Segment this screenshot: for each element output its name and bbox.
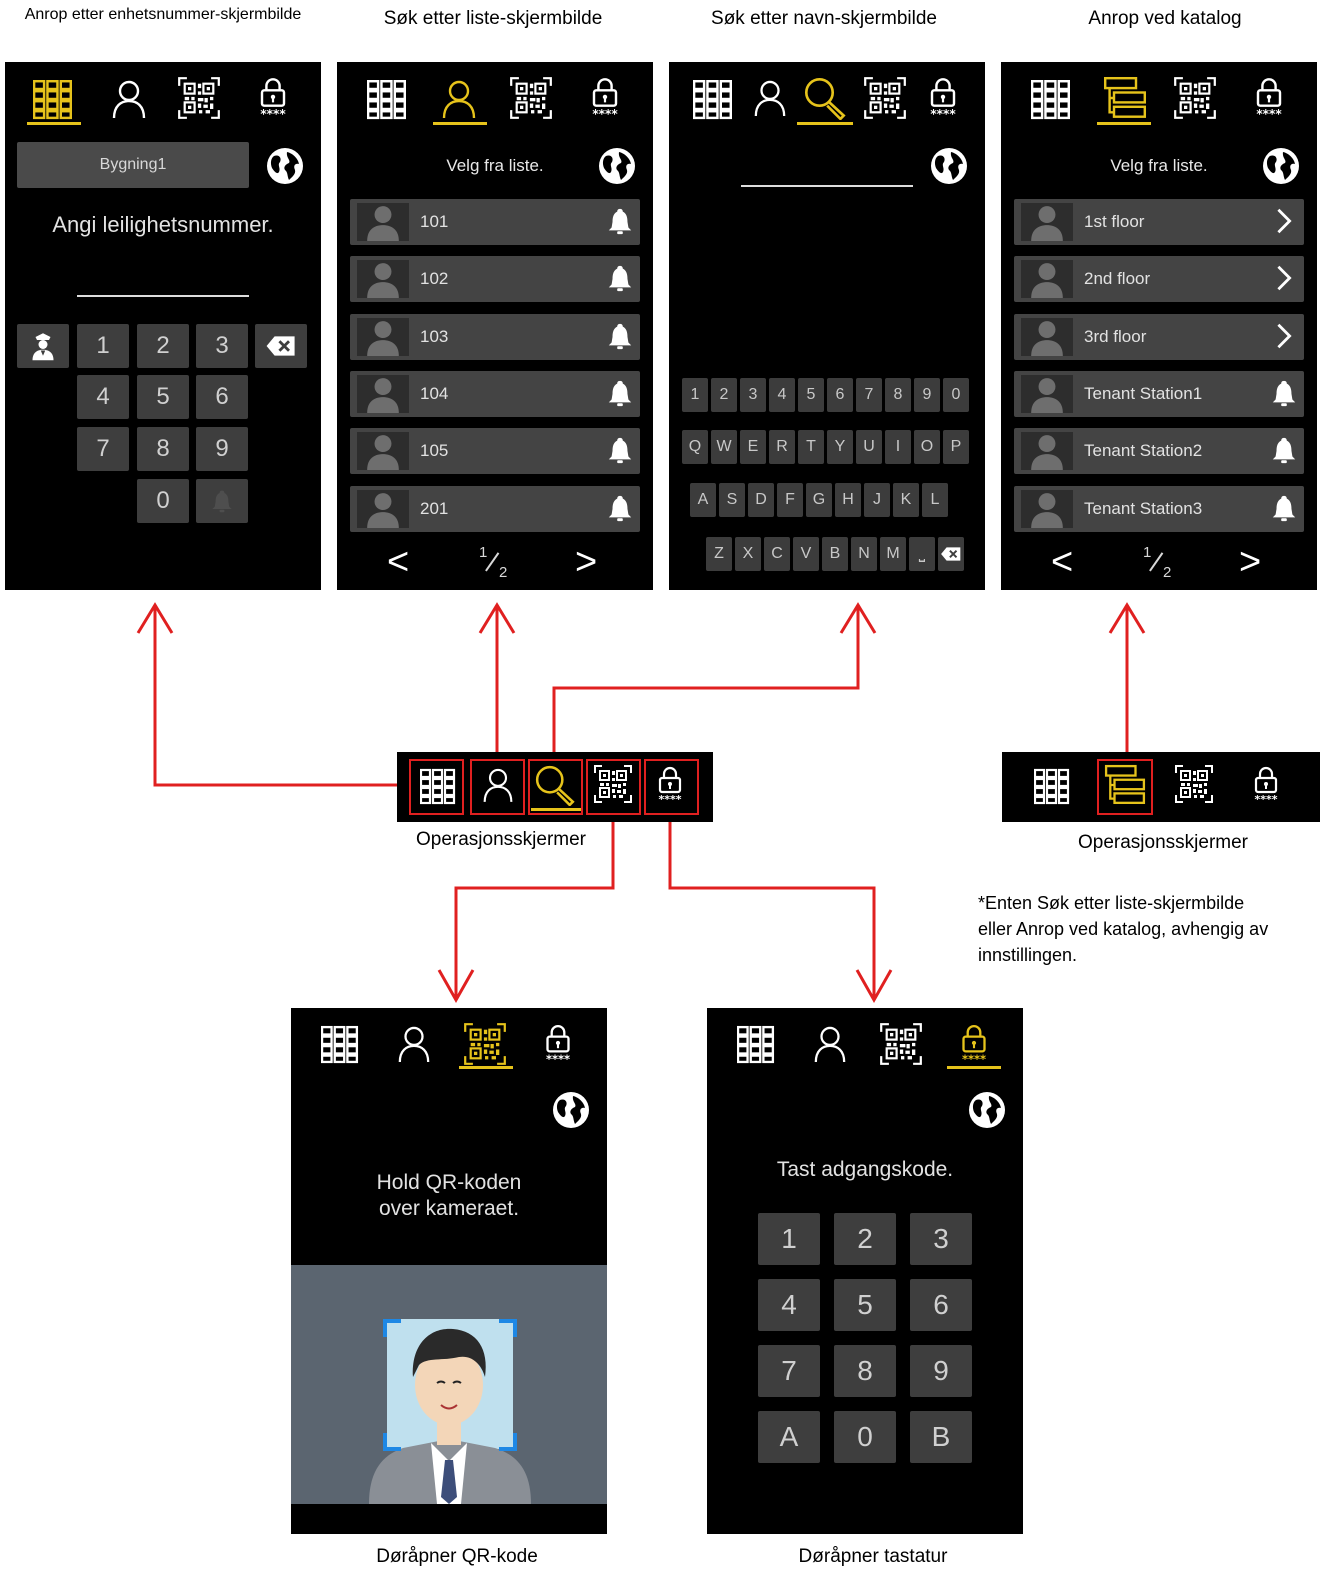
passcode-prompt: Tast adgangskode. xyxy=(776,1158,954,1181)
globe-icon[interactable] xyxy=(967,1090,1007,1130)
grid-keypad-icon[interactable] xyxy=(1034,766,1070,806)
qr-code-icon[interactable] xyxy=(1174,764,1214,804)
caption-operation-screens-2: Operasjonsskjermer xyxy=(1078,832,1248,853)
passcode-key[interactable]: B xyxy=(910,1411,972,1463)
passcode-key[interactable]: 7 xyxy=(758,1345,820,1397)
arrow-to-keypad-screen xyxy=(668,815,876,1000)
note-line-3: innstillingen. xyxy=(978,945,1078,965)
qr-code-icon[interactable] xyxy=(463,1022,507,1066)
note-line-2: eller Anrop ved katalog, avhengig av xyxy=(978,919,1269,939)
lock-code-icon[interactable] xyxy=(537,1022,579,1066)
passcode-key[interactable]: 2 xyxy=(834,1213,896,1265)
active-tab-indicator xyxy=(947,1066,1001,1069)
person-icon[interactable] xyxy=(813,1024,847,1064)
settings-note: *Enten Søk etter liste-skjermbilde eller… xyxy=(978,890,1268,968)
keypad-opener-screen: Tast adgangskode. 123 456 789 A0B xyxy=(707,1008,1023,1534)
passcode-key[interactable]: 4 xyxy=(758,1279,820,1331)
passcode-key[interactable]: 6 xyxy=(910,1279,972,1331)
operation-bar-2 xyxy=(1002,752,1320,822)
qr-line-1: Hold QR-koden xyxy=(376,1171,522,1194)
person-icon[interactable] xyxy=(397,1024,431,1064)
camera-view xyxy=(291,1265,607,1504)
caption-operation-screens: Operasjonsskjermer xyxy=(416,829,586,850)
arrow-to-unit-screen xyxy=(153,605,437,787)
lock-code-icon[interactable] xyxy=(1246,764,1286,806)
qr-instruction: Hold QR-koden over kameraet. xyxy=(291,1170,607,1222)
passcode-key[interactable]: 1 xyxy=(758,1213,820,1265)
caption-keypad-opener: Døråpner tastatur xyxy=(798,1546,948,1567)
passcode-key[interactable]: 9 xyxy=(910,1345,972,1397)
highlight-grid-tab xyxy=(409,759,464,815)
grid-keypad-icon[interactable] xyxy=(737,1024,775,1064)
grid-keypad-icon[interactable] xyxy=(321,1024,359,1064)
qr-line-2: over kameraet. xyxy=(378,1197,520,1220)
highlight-person-tab xyxy=(470,759,525,815)
qr-code-icon[interactable] xyxy=(879,1022,923,1066)
arrow-to-name-screen xyxy=(552,605,860,760)
caption-qr-opener: Døråpner QR-kode xyxy=(376,1546,538,1567)
highlight-search-tab xyxy=(528,759,583,815)
qr-opener-screen: Hold QR-koden over kameraet. xyxy=(291,1008,607,1534)
lock-code-icon[interactable] xyxy=(953,1022,995,1066)
passcode-key[interactable]: 0 xyxy=(834,1411,896,1463)
camera-person-illustration xyxy=(369,1319,531,1504)
passcode-key[interactable]: 3 xyxy=(910,1213,972,1265)
active-tab-indicator xyxy=(459,1066,513,1069)
highlight-tree-tab xyxy=(1097,759,1153,815)
globe-icon[interactable] xyxy=(551,1090,591,1130)
passcode-key[interactable]: 5 xyxy=(834,1279,896,1331)
highlight-lock-tab xyxy=(644,759,699,815)
passcode-key[interactable]: 8 xyxy=(834,1345,896,1397)
highlight-qr-tab xyxy=(586,759,641,815)
note-line-1: *Enten Søk etter liste-skjermbilde xyxy=(978,893,1245,913)
passcode-key[interactable]: A xyxy=(758,1411,820,1463)
